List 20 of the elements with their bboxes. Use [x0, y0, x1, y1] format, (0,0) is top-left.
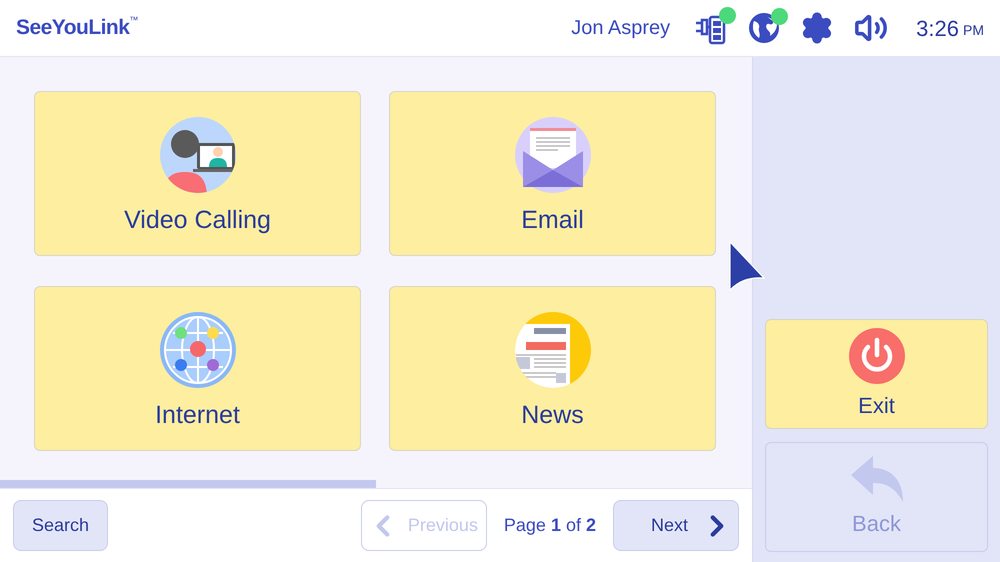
clock-meridiem: PM [963, 20, 984, 40]
logo: SeeYouLink [16, 15, 130, 42]
next-button[interactable]: Next [613, 500, 739, 551]
trademark-sign: ™ [129, 14, 138, 26]
newspaper-icon [514, 310, 592, 389]
power-icon [848, 326, 906, 384]
clock-time: 3:26 [916, 14, 959, 42]
video-call-icon [158, 116, 236, 194]
app-tile[interactable]: Email [389, 91, 716, 256]
app-tile[interactable]: Internet [34, 286, 361, 451]
app-tile[interactable]: Video Calling [34, 91, 361, 256]
search-button[interactable]: Search [13, 500, 108, 551]
reply-arrow-icon [848, 454, 904, 502]
exit-button[interactable]: Exit [765, 319, 988, 429]
envelope-icon [514, 116, 592, 194]
app-tile[interactable]: News [389, 286, 716, 451]
user-name: Jon Asprey [571, 16, 670, 41]
globe-icon[interactable] [748, 12, 780, 44]
globe-network-icon [158, 310, 236, 389]
page-indicator: Page 1 of 2 [504, 514, 596, 537]
